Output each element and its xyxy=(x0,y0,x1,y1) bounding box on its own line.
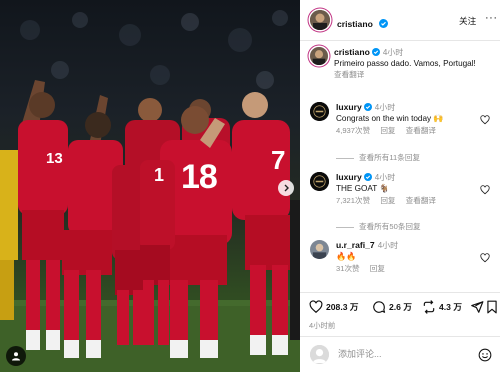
share-icon xyxy=(471,301,484,313)
comment-time: 4小时 xyxy=(374,173,396,182)
commenter-avatar[interactable] xyxy=(310,172,329,191)
comment-username[interactable]: luxury xyxy=(336,172,362,182)
comment-likes[interactable]: 4,937次赞 xyxy=(336,126,370,135)
tagged-users-button[interactable] xyxy=(6,346,26,366)
author-username[interactable]: cristiano xyxy=(337,19,373,29)
comment-meta: 31次赞 回复 xyxy=(336,264,481,275)
comment-icon xyxy=(373,301,386,313)
comment-button[interactable]: 2.6 万 xyxy=(372,300,412,314)
jersey-number: 1 xyxy=(154,165,165,185)
repost-count: 4.3 万 xyxy=(439,302,462,312)
comment-time: 4小时 xyxy=(377,241,399,250)
post-caption: cristiano 4小时 Primeiro passo dado. Vamos,… xyxy=(334,47,494,81)
caption-text: Primeiro passo dado. Vamos, Portugal! xyxy=(334,58,476,68)
instagram-post-view: 13 18 7 1 cristiano 关注 ··· cristiano 4小时… xyxy=(0,0,500,372)
comment-body: luxury 4小时 Congrats on the win today 🙌 4,… xyxy=(336,102,481,137)
save-button[interactable] xyxy=(486,300,498,314)
heart-icon[interactable] xyxy=(480,185,490,195)
comment-body: luxury 4小时 THE GOAT 🐐 7,321次赞 回复 查看翻译 xyxy=(336,172,481,207)
author-name-row: cristiano xyxy=(337,14,389,32)
view-replies-link[interactable]: 查看所有11条回复 xyxy=(336,152,420,163)
reply-button[interactable]: 回复 xyxy=(380,196,395,205)
verified-badge-icon xyxy=(379,19,389,28)
comment-composer xyxy=(300,336,500,372)
luxury-logo-icon xyxy=(310,172,329,191)
like-button[interactable]: 208.3 万 xyxy=(309,300,359,314)
verified-badge-icon xyxy=(371,48,380,56)
follow-button[interactable]: 关注 xyxy=(459,15,476,27)
comment-likes[interactable]: 31次赞 xyxy=(336,264,360,273)
comment-count: 2.6 万 xyxy=(389,302,412,312)
comment-time: 4小时 xyxy=(374,103,396,112)
posted-time: 4小时前 xyxy=(309,321,336,330)
commenter-avatar[interactable] xyxy=(310,102,329,121)
author-avatar[interactable] xyxy=(310,10,330,30)
caption-time: 4小时 xyxy=(382,48,404,57)
comment-text: Congrats on the win today 🙌 xyxy=(336,113,444,123)
comment-text: THE GOAT 🐐 xyxy=(336,183,390,193)
comment-meta: 4,937次赞 回复 查看翻译 xyxy=(336,126,481,137)
comment-body: u.r_rafi_7 4小时 🔥🔥 31次赞 回复 xyxy=(336,240,481,275)
comment-translate-link[interactable]: 查看翻译 xyxy=(406,196,436,205)
current-user-avatar[interactable] xyxy=(310,345,329,364)
next-photo-button[interactable] xyxy=(278,180,294,196)
comment-translate-link[interactable]: 查看翻译 xyxy=(406,126,436,135)
default-avatar-icon xyxy=(310,345,329,364)
commenter-avatar[interactable] xyxy=(310,240,329,259)
comment-username[interactable]: u.r_rafi_7 xyxy=(336,240,375,250)
comment-input[interactable] xyxy=(336,348,470,360)
heart-icon[interactable] xyxy=(480,253,490,263)
post-side-panel: cristiano 关注 ··· cristiano 4小时 Primeiro p… xyxy=(300,0,500,372)
bookmark-icon xyxy=(487,300,497,314)
team-celebration-image xyxy=(0,10,300,372)
emoji-icon[interactable] xyxy=(478,348,492,362)
comment-meta: 7,321次赞 回复 查看翻译 xyxy=(336,196,481,207)
view-replies-link[interactable]: 查看所有50条回复 xyxy=(336,221,421,232)
comment-likes[interactable]: 7,321次赞 xyxy=(336,196,370,205)
thread-line xyxy=(336,226,354,228)
verified-badge-icon xyxy=(363,173,372,181)
avatar-image xyxy=(310,240,329,259)
share-button[interactable] xyxy=(470,300,484,314)
caption-avatar[interactable] xyxy=(310,47,328,65)
jersey-number: 13 xyxy=(46,150,63,167)
more-options-button[interactable]: ··· xyxy=(485,13,498,24)
avatar-image xyxy=(310,47,328,65)
post-actions-bar: 208.3 万 2.6 万 4.3 万 xyxy=(300,292,500,321)
jersey-number: 7 xyxy=(271,145,286,175)
thread-line xyxy=(336,157,354,159)
heart-icon xyxy=(309,300,323,314)
luxury-logo-icon xyxy=(310,102,329,121)
repost-button[interactable]: 4.3 万 xyxy=(422,300,462,314)
comment-text: 🔥🔥 xyxy=(336,251,357,261)
caption-username[interactable]: cristiano xyxy=(334,47,370,57)
post-header: cristiano 关注 ··· xyxy=(300,0,500,41)
like-count: 208.3 万 xyxy=(326,302,359,312)
jersey-number: 18 xyxy=(181,158,218,196)
avatar-image xyxy=(310,10,330,30)
reply-button[interactable]: 回复 xyxy=(370,264,385,273)
caption-translate-link[interactable]: 查看翻译 xyxy=(334,70,494,81)
heart-icon[interactable] xyxy=(480,115,490,125)
repost-icon xyxy=(423,300,435,314)
view-replies-text: 查看所有50条回复 xyxy=(359,222,421,231)
comment-username[interactable]: luxury xyxy=(336,102,362,112)
chevron-right-icon xyxy=(284,184,289,192)
verified-badge-icon xyxy=(363,103,372,111)
user-tag-icon xyxy=(12,352,20,361)
reply-button[interactable]: 回复 xyxy=(380,126,395,135)
view-replies-text: 查看所有11条回复 xyxy=(359,153,421,162)
post-photo[interactable]: 13 18 7 1 xyxy=(0,0,300,372)
